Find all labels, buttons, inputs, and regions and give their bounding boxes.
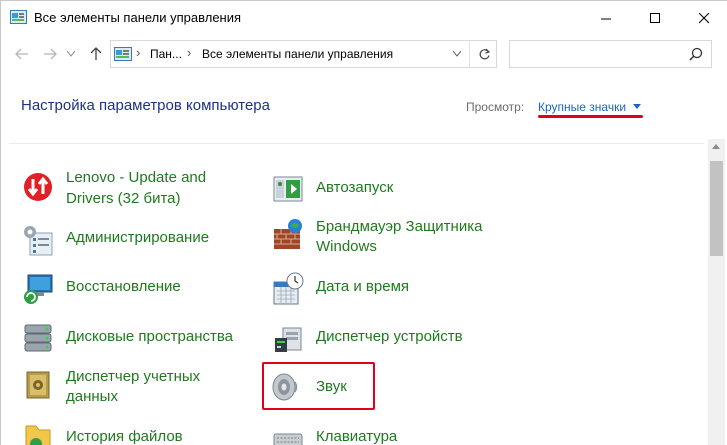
- back-button[interactable]: [11, 43, 33, 65]
- item-label-line2: Drivers (32 бита): [66, 190, 181, 207]
- breadcrumb-item[interactable]: Все элементы панели управления: [202, 47, 393, 61]
- date-time-icon: [271, 272, 305, 306]
- item-label-line2: данных: [66, 388, 118, 405]
- item-autoplay[interactable]: Автозапуск: [271, 173, 501, 217]
- item-label-line2: Windows: [316, 238, 377, 255]
- address-bar[interactable]: › Пан... › Все элементы панели управлени…: [110, 40, 497, 68]
- item-label: Дата и время: [316, 278, 410, 295]
- page-title: Настройка параметров компьютера: [21, 97, 270, 114]
- item-administration[interactable]: Администрирование: [21, 223, 251, 267]
- navigation-bar: › Пан... › Все элементы панели управлени…: [1, 37, 727, 73]
- item-label: Диспетчер устройств: [316, 328, 463, 345]
- item-firewall[interactable]: Брандмауэр Защитника Windows: [271, 217, 511, 261]
- refresh-button[interactable]: [469, 41, 498, 67]
- item-label: Диспетчер учетных: [66, 368, 201, 385]
- control-panel-icon: [114, 47, 132, 61]
- chevron-right-icon[interactable]: ›: [187, 45, 191, 60]
- control-panel-icon: [10, 10, 27, 25]
- item-device-manager[interactable]: Диспетчер устройств: [271, 322, 501, 366]
- item-file-history[interactable]: История файлов: [21, 422, 251, 445]
- chevron-right-icon[interactable]: ›: [136, 45, 140, 60]
- address-dropdown-button[interactable]: [447, 41, 467, 67]
- admin-tools-icon: [21, 223, 55, 257]
- scroll-up-arrow-icon[interactable]: [712, 144, 720, 149]
- item-label: Клавиатура: [316, 428, 398, 445]
- firewall-icon: [271, 217, 305, 251]
- control-panel-window: Все элементы панели управления › Пан... …: [0, 0, 727, 445]
- item-label: Автозапуск: [316, 179, 394, 196]
- highlight-box: [262, 362, 375, 410]
- item-storage-spaces[interactable]: Дисковые пространства: [21, 322, 261, 366]
- search-icon: [689, 47, 703, 66]
- breadcrumb-item[interactable]: Пан...: [150, 47, 182, 61]
- item-recovery[interactable]: Восстановление: [21, 272, 251, 316]
- close-button[interactable]: [681, 1, 727, 35]
- lenovo-update-icon: [21, 168, 55, 202]
- keyboard-icon: [271, 422, 305, 445]
- title-bar: Все элементы панели управления: [1, 1, 727, 35]
- maximize-button[interactable]: [632, 1, 678, 35]
- item-credential-manager[interactable]: Диспетчер учетных данных: [21, 367, 251, 411]
- forward-button[interactable]: [39, 43, 61, 65]
- credential-manager-icon: [21, 367, 55, 401]
- search-input[interactable]: [509, 40, 712, 68]
- autoplay-icon: [271, 173, 305, 207]
- window-title: Все элементы панели управления: [34, 10, 242, 25]
- item-label: Дисковые пространства: [66, 328, 234, 345]
- minimize-button[interactable]: [583, 1, 629, 35]
- item-date-time[interactable]: Дата и время: [271, 272, 501, 316]
- vertical-scrollbar[interactable]: [708, 139, 725, 445]
- view-mode-dropdown[interactable]: Крупные значки: [538, 100, 626, 114]
- view-label: Просмотр:: [466, 100, 525, 114]
- device-manager-icon: [271, 322, 305, 356]
- recent-locations-button[interactable]: [63, 43, 79, 65]
- recovery-icon: [21, 272, 55, 306]
- item-label: Брандмауэр Защитника: [316, 218, 483, 235]
- up-button[interactable]: [85, 43, 107, 65]
- item-label: Восстановление: [66, 278, 181, 295]
- chevron-down-icon[interactable]: [633, 104, 641, 109]
- divider: [9, 143, 704, 144]
- scrollbar-thumb[interactable]: [710, 161, 723, 256]
- item-label: Lenovo - Update and: [66, 169, 207, 186]
- file-history-icon: [21, 422, 55, 445]
- item-label: История файлов: [66, 428, 183, 445]
- item-label: Администрирование: [66, 229, 210, 246]
- item-lenovo-update[interactable]: Lenovo - Update and Drivers (32 бита): [21, 168, 251, 212]
- highlight-underline: [538, 115, 643, 118]
- item-keyboard[interactable]: Клавиатура: [271, 422, 501, 445]
- storage-spaces-icon: [21, 322, 55, 356]
